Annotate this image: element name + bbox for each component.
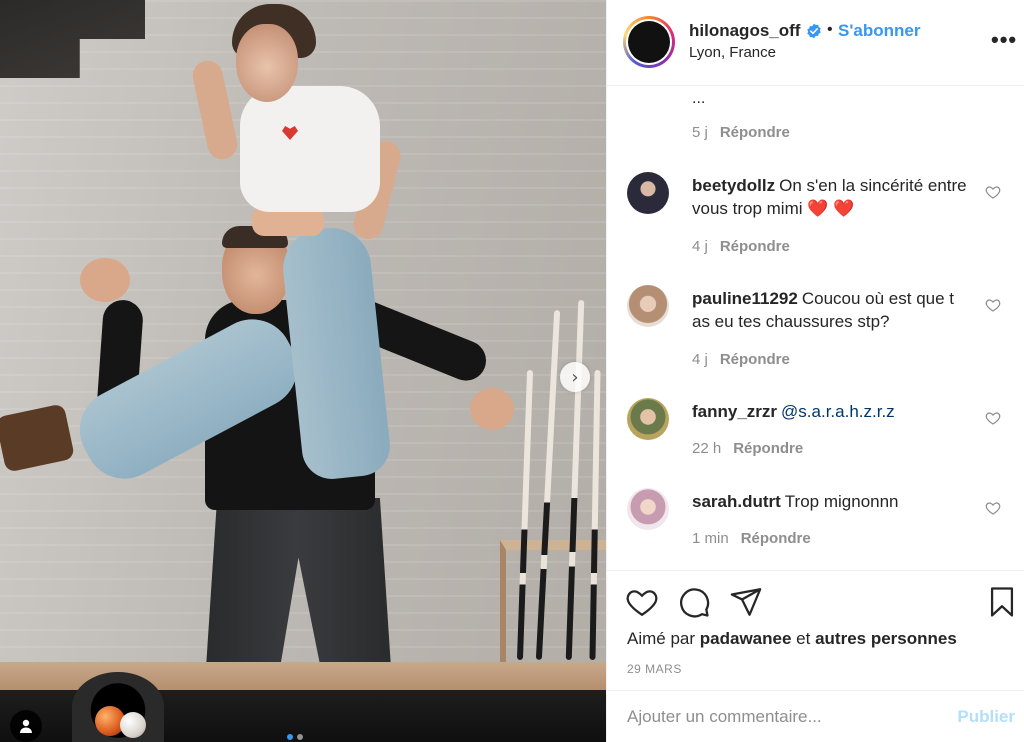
comment-meta: 4 j Répondre: [692, 238, 790, 255]
liked-prefix: Aimé par: [627, 629, 696, 648]
likes-summary: Aimé par padawanee et autres personnes: [627, 629, 957, 649]
reply-button[interactable]: Répondre: [741, 530, 811, 547]
post-side-panel: hilonagos_off • S'abonner Lyon, France •…: [606, 0, 1024, 742]
comment-text: beetydollz On s'en la sincérité entre vou…: [692, 174, 972, 220]
post-header: hilonagos_off • S'abonner Lyon, France •…: [607, 0, 1024, 86]
comment-meta: 22 h Répondre: [692, 440, 803, 457]
commenter-username[interactable]: fanny_zrzr: [692, 402, 777, 421]
carousel-indicator: [287, 734, 303, 740]
paper-plane-icon: [730, 588, 762, 616]
comment-meta: 4 j Répondre: [692, 351, 790, 368]
commenter-username[interactable]: beetydollz: [692, 176, 775, 195]
author-avatar[interactable]: [623, 16, 675, 68]
like-comment-icon[interactable]: [985, 500, 1001, 516]
commenter-avatar[interactable]: [627, 172, 669, 214]
user-tags-button[interactable]: [10, 710, 42, 742]
like-comment-icon[interactable]: [985, 410, 1001, 426]
like-button[interactable]: [625, 585, 659, 619]
comment-text: sarah.dutrt Trop mignonnn: [692, 490, 972, 513]
commenter-avatar[interactable]: [627, 398, 669, 440]
publish-button[interactable]: Publier: [957, 707, 1015, 727]
comment-time: 22 h: [692, 440, 722, 457]
liked-user-link[interactable]: padawanee: [700, 629, 792, 648]
photo-pool-ball: [120, 712, 146, 738]
more-options-button[interactable]: •••: [991, 29, 1017, 51]
commenter-avatar[interactable]: [627, 285, 669, 327]
header-separator: •: [827, 21, 833, 38]
photo-man-hand: [470, 388, 514, 430]
post-date[interactable]: 29 MARS: [627, 662, 682, 676]
author-username[interactable]: hilonagos_off: [689, 21, 800, 41]
comment-time: 4 j: [692, 351, 708, 368]
comment-body: Trop mignonnn: [784, 492, 899, 511]
comment-mention-link[interactable]: @s.a.r.a.h.z.r.z: [781, 402, 895, 421]
user-icon: [20, 719, 32, 733]
comment-icon: [680, 588, 710, 618]
reply-button[interactable]: Répondre: [720, 351, 790, 368]
bookmark-icon: [990, 587, 1014, 617]
chevron-right-icon: ›: [571, 366, 579, 388]
caption-ellipsis: ...: [692, 90, 706, 107]
caption-meta: 5 j Répondre: [692, 124, 790, 141]
carousel-next-button[interactable]: ›: [560, 362, 590, 392]
caption-time: 5 j: [692, 124, 708, 141]
save-button[interactable]: [985, 585, 1019, 619]
carousel-dot-active: [287, 734, 293, 740]
add-comment-input[interactable]: [627, 705, 927, 729]
add-comment-bar: Publier: [607, 690, 1024, 742]
photo-woman-shirt: [240, 86, 380, 212]
comment-text: pauline11292 Coucou où est que t as eu te…: [692, 287, 972, 333]
comment-button[interactable]: [677, 585, 711, 619]
photo-man-hand: [80, 258, 130, 302]
commenter-username[interactable]: sarah.dutrt: [692, 492, 781, 511]
share-button[interactable]: [729, 585, 763, 619]
heart-icon: [626, 590, 658, 617]
verified-badge-icon: [807, 23, 821, 39]
post-location[interactable]: Lyon, France: [689, 44, 776, 61]
reply-button[interactable]: Répondre: [733, 440, 803, 457]
comments-list[interactable]: ... 5 j Répondre beetydollz On s'en la sin…: [607, 86, 1024, 570]
commenter-username[interactable]: pauline11292: [692, 289, 798, 308]
carousel-dot: [297, 734, 303, 740]
photo-woman-head: [236, 24, 298, 102]
liked-and: et: [796, 629, 811, 648]
post-actions: Aimé par padawanee et autres personnes 2…: [607, 570, 1024, 690]
liked-others-link[interactable]: autres personnes: [815, 629, 957, 648]
comment-time: 1 min: [692, 530, 729, 547]
comment-text: fanny_zrzr @s.a.r.a.h.z.r.z: [692, 400, 972, 423]
reply-button[interactable]: Répondre: [720, 124, 790, 141]
like-comment-icon[interactable]: [985, 184, 1001, 200]
follow-button[interactable]: S'abonner: [838, 21, 920, 41]
reply-button[interactable]: Répondre: [720, 238, 790, 255]
commenter-avatar[interactable]: [627, 488, 669, 530]
comment-time: 4 j: [692, 238, 708, 255]
like-comment-icon[interactable]: [985, 297, 1001, 313]
post-photo[interactable]: [0, 0, 606, 742]
comment-meta: 1 min Répondre: [692, 530, 811, 547]
